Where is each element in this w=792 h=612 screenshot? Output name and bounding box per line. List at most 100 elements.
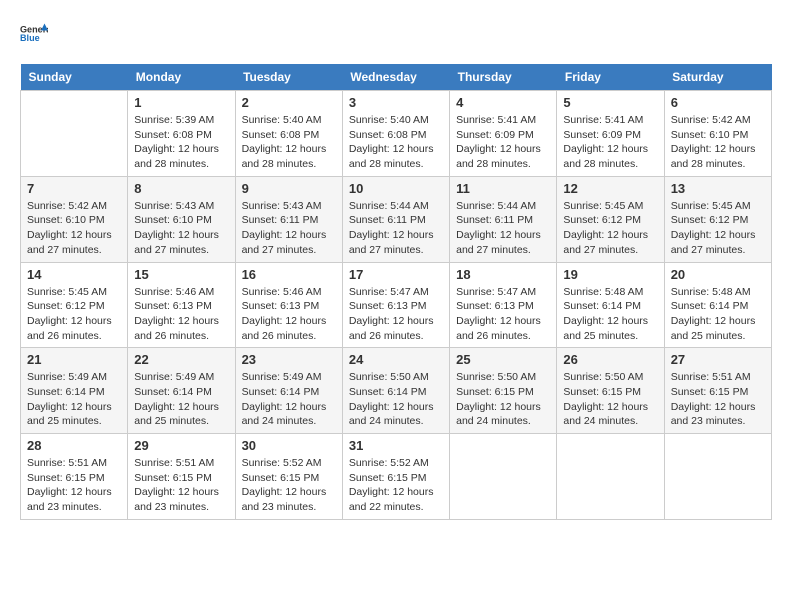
calendar-cell: 10 Sunrise: 5:44 AMSunset: 6:11 PMDayligh… (342, 176, 449, 262)
calendar-week-row: 1 Sunrise: 5:39 AMSunset: 6:08 PMDaylight… (21, 91, 772, 177)
weekday-header-row: SundayMondayTuesdayWednesdayThursdayFrid… (21, 64, 772, 91)
cell-text: Sunrise: 5:43 AMSunset: 6:11 PMDaylight:… (242, 199, 336, 258)
logo: General Blue (20, 20, 52, 48)
calendar-week-row: 7 Sunrise: 5:42 AMSunset: 6:10 PMDaylight… (21, 176, 772, 262)
day-number: 5 (563, 95, 657, 110)
weekday-header-friday: Friday (557, 64, 664, 91)
cell-text: Sunrise: 5:49 AMSunset: 6:14 PMDaylight:… (134, 370, 228, 429)
day-number: 22 (134, 352, 228, 367)
day-number: 30 (242, 438, 336, 453)
cell-text: Sunrise: 5:50 AMSunset: 6:14 PMDaylight:… (349, 370, 443, 429)
day-number: 3 (349, 95, 443, 110)
calendar-week-row: 14 Sunrise: 5:45 AMSunset: 6:12 PMDayligh… (21, 262, 772, 348)
calendar-cell: 7 Sunrise: 5:42 AMSunset: 6:10 PMDaylight… (21, 176, 128, 262)
weekday-header-thursday: Thursday (450, 64, 557, 91)
day-number: 23 (242, 352, 336, 367)
calendar-cell: 21 Sunrise: 5:49 AMSunset: 6:14 PMDayligh… (21, 348, 128, 434)
calendar-cell (664, 434, 771, 520)
day-number: 4 (456, 95, 550, 110)
calendar-cell: 19 Sunrise: 5:48 AMSunset: 6:14 PMDayligh… (557, 262, 664, 348)
calendar-cell (450, 434, 557, 520)
calendar-cell: 6 Sunrise: 5:42 AMSunset: 6:10 PMDaylight… (664, 91, 771, 177)
calendar-cell: 13 Sunrise: 5:45 AMSunset: 6:12 PMDayligh… (664, 176, 771, 262)
calendar-cell: 29 Sunrise: 5:51 AMSunset: 6:15 PMDayligh… (128, 434, 235, 520)
calendar-cell: 1 Sunrise: 5:39 AMSunset: 6:08 PMDaylight… (128, 91, 235, 177)
day-number: 24 (349, 352, 443, 367)
cell-text: Sunrise: 5:51 AMSunset: 6:15 PMDaylight:… (671, 370, 765, 429)
calendar-cell: 24 Sunrise: 5:50 AMSunset: 6:14 PMDayligh… (342, 348, 449, 434)
cell-text: Sunrise: 5:51 AMSunset: 6:15 PMDaylight:… (134, 456, 228, 515)
day-number: 10 (349, 181, 443, 196)
calendar-week-row: 28 Sunrise: 5:51 AMSunset: 6:15 PMDayligh… (21, 434, 772, 520)
calendar-cell (557, 434, 664, 520)
day-number: 8 (134, 181, 228, 196)
cell-text: Sunrise: 5:43 AMSunset: 6:10 PMDaylight:… (134, 199, 228, 258)
cell-text: Sunrise: 5:49 AMSunset: 6:14 PMDaylight:… (27, 370, 121, 429)
cell-text: Sunrise: 5:42 AMSunset: 6:10 PMDaylight:… (27, 199, 121, 258)
cell-text: Sunrise: 5:47 AMSunset: 6:13 PMDaylight:… (349, 285, 443, 344)
calendar-cell: 31Sunrise: 5:52 AMSunset: 6:15 PMDayligh… (342, 434, 449, 520)
day-number: 2 (242, 95, 336, 110)
day-number: 15 (134, 267, 228, 282)
day-number: 19 (563, 267, 657, 282)
calendar-cell: 25 Sunrise: 5:50 AMSunset: 6:15 PMDayligh… (450, 348, 557, 434)
calendar-week-row: 21 Sunrise: 5:49 AMSunset: 6:14 PMDayligh… (21, 348, 772, 434)
calendar-cell (21, 91, 128, 177)
calendar-cell: 8 Sunrise: 5:43 AMSunset: 6:10 PMDaylight… (128, 176, 235, 262)
cell-text: Sunrise: 5:40 AMSunset: 6:08 PMDaylight:… (242, 113, 336, 172)
day-number: 13 (671, 181, 765, 196)
calendar-cell: 11Sunrise: 5:44 AMSunset: 6:11 PMDayligh… (450, 176, 557, 262)
cell-text: Sunrise: 5:46 AMSunset: 6:13 PMDaylight:… (242, 285, 336, 344)
calendar-cell: 12Sunrise: 5:45 AMSunset: 6:12 PMDayligh… (557, 176, 664, 262)
weekday-header-saturday: Saturday (664, 64, 771, 91)
cell-text: Sunrise: 5:46 AMSunset: 6:13 PMDaylight:… (134, 285, 228, 344)
cell-text: Sunrise: 5:45 AMSunset: 6:12 PMDaylight:… (563, 199, 657, 258)
cell-text: Sunrise: 5:50 AMSunset: 6:15 PMDaylight:… (456, 370, 550, 429)
day-number: 25 (456, 352, 550, 367)
day-number: 16 (242, 267, 336, 282)
cell-text: Sunrise: 5:45 AMSunset: 6:12 PMDaylight:… (27, 285, 121, 344)
calendar-cell: 4 Sunrise: 5:41 AMSunset: 6:09 PMDaylight… (450, 91, 557, 177)
day-number: 29 (134, 438, 228, 453)
day-number: 20 (671, 267, 765, 282)
cell-text: Sunrise: 5:52 AMSunset: 6:15 PMDaylight:… (349, 456, 443, 515)
day-number: 26 (563, 352, 657, 367)
calendar-cell: 3 Sunrise: 5:40 AMSunset: 6:08 PMDaylight… (342, 91, 449, 177)
cell-text: Sunrise: 5:44 AMSunset: 6:11 PMDaylight:… (456, 199, 550, 258)
calendar-cell: 18 Sunrise: 5:47 AMSunset: 6:13 PMDayligh… (450, 262, 557, 348)
cell-text: Sunrise: 5:42 AMSunset: 6:10 PMDaylight:… (671, 113, 765, 172)
cell-text: Sunrise: 5:39 AMSunset: 6:08 PMDaylight:… (134, 113, 228, 172)
weekday-header-sunday: Sunday (21, 64, 128, 91)
weekday-header-tuesday: Tuesday (235, 64, 342, 91)
cell-text: Sunrise: 5:48 AMSunset: 6:14 PMDaylight:… (563, 285, 657, 344)
day-number: 14 (27, 267, 121, 282)
cell-text: Sunrise: 5:48 AMSunset: 6:14 PMDaylight:… (671, 285, 765, 344)
cell-text: Sunrise: 5:44 AMSunset: 6:11 PMDaylight:… (349, 199, 443, 258)
day-number: 28 (27, 438, 121, 453)
calendar-table: SundayMondayTuesdayWednesdayThursdayFrid… (20, 64, 772, 520)
day-number: 6 (671, 95, 765, 110)
weekday-header-monday: Monday (128, 64, 235, 91)
calendar-cell: 27Sunrise: 5:51 AMSunset: 6:15 PMDayligh… (664, 348, 771, 434)
day-number: 17 (349, 267, 443, 282)
calendar-cell: 15 Sunrise: 5:46 AMSunset: 6:13 PMDayligh… (128, 262, 235, 348)
calendar-cell: 22 Sunrise: 5:49 AMSunset: 6:14 PMDayligh… (128, 348, 235, 434)
calendar-cell: 17 Sunrise: 5:47 AMSunset: 6:13 PMDayligh… (342, 262, 449, 348)
cell-text: Sunrise: 5:40 AMSunset: 6:08 PMDaylight:… (349, 113, 443, 172)
day-number: 18 (456, 267, 550, 282)
calendar-cell: 26Sunrise: 5:50 AMSunset: 6:15 PMDayligh… (557, 348, 664, 434)
cell-text: Sunrise: 5:49 AMSunset: 6:14 PMDaylight:… (242, 370, 336, 429)
svg-text:Blue: Blue (20, 33, 40, 43)
weekday-header-wednesday: Wednesday (342, 64, 449, 91)
calendar-cell: 5 Sunrise: 5:41 AMSunset: 6:09 PMDaylight… (557, 91, 664, 177)
day-number: 9 (242, 181, 336, 196)
calendar-cell: 16 Sunrise: 5:46 AMSunset: 6:13 PMDayligh… (235, 262, 342, 348)
cell-text: Sunrise: 5:41 AMSunset: 6:09 PMDaylight:… (563, 113, 657, 172)
day-number: 1 (134, 95, 228, 110)
day-number: 21 (27, 352, 121, 367)
cell-text: Sunrise: 5:47 AMSunset: 6:13 PMDaylight:… (456, 285, 550, 344)
logo-icon: General Blue (20, 20, 48, 48)
cell-text: Sunrise: 5:45 AMSunset: 6:12 PMDaylight:… (671, 199, 765, 258)
cell-text: Sunrise: 5:41 AMSunset: 6:09 PMDaylight:… (456, 113, 550, 172)
day-number: 7 (27, 181, 121, 196)
